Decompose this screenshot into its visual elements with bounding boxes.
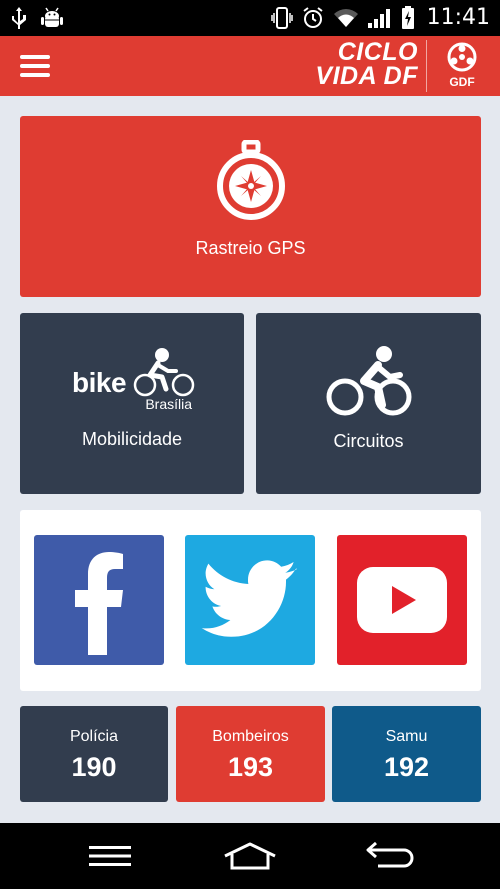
brand-divider [426, 40, 427, 92]
samu-label: Samu [385, 728, 428, 745]
status-bar: 11:41 [0, 0, 500, 36]
alarm-icon [302, 6, 323, 28]
recent-apps-icon [89, 846, 131, 866]
gdf-logo: GDF [438, 42, 486, 89]
back-icon [366, 841, 414, 868]
twitter-icon [201, 560, 297, 637]
system-nav-bar [0, 823, 500, 889]
circuits-label: Circuitos [333, 431, 404, 451]
firefighters-call-button[interactable]: Bombeiros 193 [176, 706, 325, 802]
usb-icon [12, 7, 26, 29]
app-logo: CICLO VIDA DF [315, 38, 418, 90]
back-button[interactable] [362, 839, 418, 873]
police-label: Polícia [69, 728, 119, 745]
circuits-tile[interactable]: Circuitos [256, 313, 481, 494]
logo-cyclist-icon [133, 348, 195, 397]
wifi-icon [333, 8, 358, 27]
compass-icon [216, 140, 285, 220]
gdf-emblem-icon [447, 42, 477, 72]
status-clock: 11:41 [426, 5, 490, 30]
police-call-button[interactable]: Polícia 190 [20, 706, 168, 802]
bike-brasilia-logo: bike Brasília [72, 348, 195, 419]
android-debug-icon [41, 7, 63, 27]
recent-apps-button[interactable] [82, 839, 138, 873]
facebook-button[interactable] [34, 535, 164, 665]
brand-line-1: CICLO [337, 38, 418, 66]
social-links-panel [20, 510, 481, 691]
logo-city-text: Brasília [145, 396, 192, 412]
gps-tracking-tile[interactable]: Rastreio GPS [20, 116, 481, 297]
youtube-button[interactable] [337, 535, 467, 665]
menu-icon-bar [20, 64, 50, 68]
facebook-icon [75, 552, 123, 655]
battery-charging-icon [401, 5, 414, 29]
app-bar: CICLO VIDA DF GDF [0, 36, 500, 96]
vibrate-icon [270, 6, 293, 29]
menu-icon-bar [20, 73, 50, 77]
samu-call-button[interactable]: Samu 192 [332, 706, 481, 802]
logo-bike-text: bike [72, 367, 127, 398]
firefighters-number: 193 [227, 752, 274, 782]
gdf-label: GDF [449, 75, 475, 89]
cyclist-icon [326, 346, 411, 416]
signal-icon [367, 8, 390, 28]
mobility-label: Mobilicidade [81, 429, 183, 449]
menu-icon [20, 55, 50, 59]
firefighters-label: Bombeiros [212, 728, 289, 745]
home-icon [224, 842, 276, 870]
youtube-icon [357, 567, 447, 633]
home-button[interactable] [222, 839, 278, 873]
mobility-tile[interactable]: bike Brasília Mobilicidade [20, 313, 244, 494]
police-number: 190 [71, 752, 117, 782]
brand-line-2: VIDA DF [315, 62, 418, 90]
gps-tracking-label: Rastreio GPS [195, 238, 306, 258]
samu-number: 192 [383, 752, 430, 782]
twitter-button[interactable] [185, 535, 315, 665]
menu-button[interactable] [20, 52, 50, 80]
